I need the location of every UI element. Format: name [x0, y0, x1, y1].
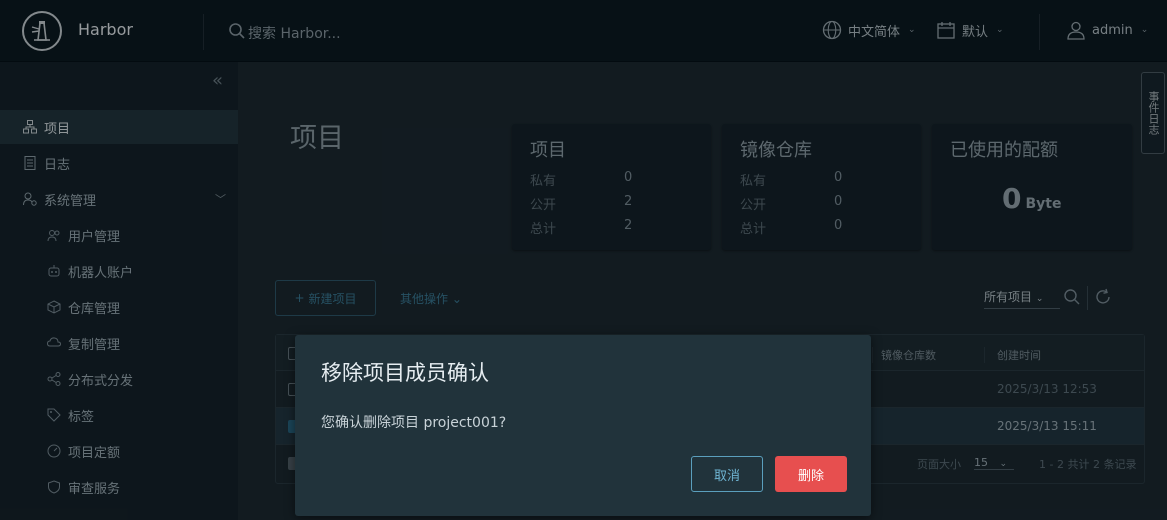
- cancel-button[interactable]: 取消: [691, 456, 763, 492]
- dialog-message: 您确认删除项目 project001?: [321, 415, 507, 431]
- dialog-title: 移除项目成员确认: [321, 361, 489, 385]
- harbor-app: Harbor 搜索 Harbor... 中文简体 ⌄ 默认 ⌄ admin ⌄ …: [0, 0, 1167, 520]
- delete-button[interactable]: 删除: [775, 456, 847, 492]
- confirm-delete-dialog: 移除项目成员确认 您确认删除项目 project001? 取消 删除: [295, 335, 871, 516]
